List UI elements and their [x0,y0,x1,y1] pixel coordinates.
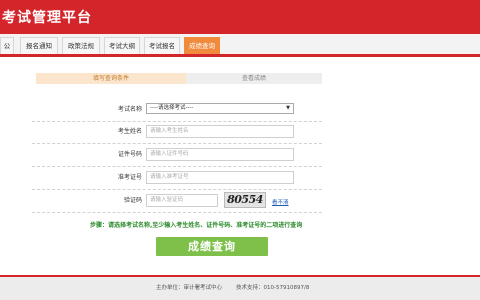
ticket-number-input[interactable]: 请输入准考证号 [146,171,294,184]
name-label: 考生姓名 [117,128,142,135]
footer-sponsor: 主办单位：审计署考试中心 [156,285,223,291]
id-label: 证件号码 [117,151,142,158]
score-query-button[interactable]: 成绩查询 [156,237,268,256]
tab-exam-registration[interactable]: 考试报名 [144,37,180,54]
site-footer: 主办单位：审计署考试中心 技术支持：010-57910897/8 [0,277,480,300]
captcha-input[interactable]: 请输入验证码 [146,194,218,207]
exam-name-row: 考试名称 ----请选择考试---- ▼ [32,99,322,122]
captcha-image[interactable]: 80554 [224,192,266,208]
progress-steps: 填写查询条件 查看成绩 [36,73,322,84]
captcha-row: 验证码 请输入验证码 80554 看不清 [32,190,322,213]
name-row: 考生姓名 请输入考生姓名 [32,121,322,144]
refresh-captcha-link[interactable]: 看不清 [272,198,289,206]
exam-name-value: ----请选择考试---- [150,105,194,111]
tab-policies[interactable]: 政策法规 [62,37,100,54]
query-instructions: 步骤：请选择考试名称,至少输入考生姓名、证件号码、准考证号的二项进行查询 [90,222,303,229]
step-fill-conditions: 填写查询条件 [36,73,186,84]
name-input[interactable]: 请输入考生姓名 [146,125,294,138]
exam-name-select[interactable]: ----请选择考试---- ▼ [146,103,294,114]
chevron-down-icon: ▼ [286,105,290,111]
captcha-label: 验证码 [123,197,142,204]
score-query-panel: 填写查询条件 查看成绩 考试名称 ----请选择考试---- ▼ 考生姓名 请输… [0,57,480,275]
ticket-row: 准考证号 请输入准考证号 [32,167,322,190]
tab-registration-notice[interactable]: 报名通知 [20,37,58,54]
exam-name-label: 考试名称 [117,106,142,113]
site-header: 考试管理平台 [0,0,480,34]
id-number-input[interactable]: 请输入证件号码 [146,148,294,161]
id-row: 证件号码 请输入证件号码 [32,144,322,167]
step-view-score: 查看成绩 [186,73,322,84]
tab-announcement[interactable]: 公告 [0,37,14,67]
main-nav: 公告 报名通知 政策法规 考试大纲 考试报名 成绩查询 [0,34,480,67]
footer-support: 技术支持：010-57910897/8 [236,285,310,291]
tab-score-query[interactable]: 成绩查询 [184,37,220,54]
site-title: 考试管理平台 [2,10,92,26]
ticket-label: 准考证号 [117,174,142,181]
tab-syllabus[interactable]: 考试大纲 [104,37,140,54]
